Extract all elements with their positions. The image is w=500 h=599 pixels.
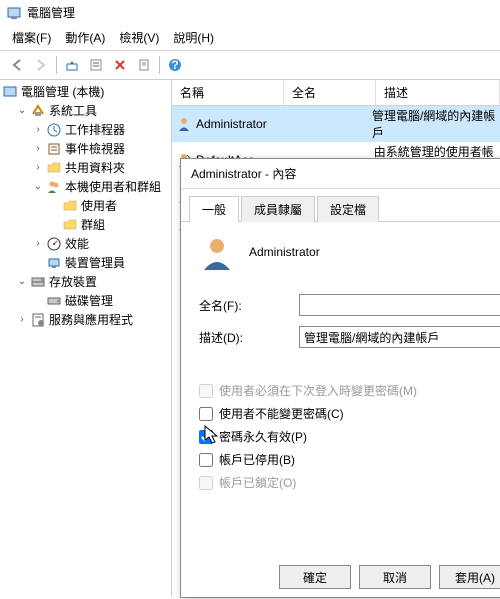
- tree-groups[interactable]: 群組: [0, 215, 171, 234]
- menu-view[interactable]: 檢視(V): [113, 27, 165, 48]
- list-header: 名稱 全名 描述: [172, 80, 500, 106]
- ck-never-expire[interactable]: 密碼永久有效(P): [199, 428, 500, 445]
- desc-input[interactable]: [299, 326, 500, 348]
- up-button[interactable]: [61, 54, 83, 76]
- help-button[interactable]: ?: [164, 54, 186, 76]
- tab-profile[interactable]: 設定檔: [317, 196, 379, 222]
- properties-dialog: Administrator - 內容 一般 成員隸屬 設定檔 Administr…: [180, 158, 500, 598]
- tree-users[interactable]: 使用者: [0, 196, 171, 215]
- col-name[interactable]: 名稱: [172, 80, 284, 105]
- menu-file[interactable]: 檔案(F): [6, 27, 57, 48]
- ck-must-change: 使用者必須在下次登入時變更密碼(M): [199, 382, 500, 399]
- app-icon: [6, 5, 22, 21]
- tree-event[interactable]: ›事件檢視器: [0, 139, 171, 158]
- fullname-input[interactable]: [299, 294, 500, 316]
- col-full[interactable]: 全名: [284, 80, 376, 105]
- user-avatar-icon: [199, 234, 235, 270]
- ck-cannot-change[interactable]: 使用者不能變更密碼(C): [199, 405, 500, 422]
- ck-locked: 帳戶已鎖定(O): [199, 474, 500, 491]
- tree-disk[interactable]: 磁碟管理: [0, 291, 171, 310]
- tree-svcapps[interactable]: ›服務與應用程式: [0, 310, 171, 329]
- forward-button[interactable]: [30, 54, 52, 76]
- menubar: 檔案(F) 動作(A) 檢視(V) 說明(H): [0, 25, 500, 51]
- tree-storage[interactable]: ⌄存放裝置: [0, 272, 171, 291]
- options-button[interactable]: [85, 54, 107, 76]
- delete-button[interactable]: [109, 54, 131, 76]
- fullname-label: 全名(F):: [199, 297, 299, 314]
- tree-shared[interactable]: ›共用資料夾: [0, 158, 171, 177]
- tree-root[interactable]: 電腦管理 (本機): [0, 82, 171, 101]
- dialog-title: Administrator - 內容: [181, 159, 500, 189]
- desc-label: 描述(D):: [199, 329, 299, 346]
- dialog-tabs: 一般 成員隸屬 設定檔: [181, 195, 500, 222]
- window-title: 電腦管理: [27, 4, 75, 21]
- ck-disabled[interactable]: 帳戶已停用(B): [199, 451, 500, 468]
- menu-help[interactable]: 說明(H): [167, 27, 220, 48]
- svg-text:?: ?: [171, 58, 178, 72]
- tree-systools[interactable]: ⌄系統工具: [0, 101, 171, 120]
- toolbar: ?: [0, 51, 500, 80]
- cancel-button[interactable]: 取消: [359, 565, 431, 589]
- user-icon: [176, 116, 192, 132]
- menu-action[interactable]: 動作(A): [59, 27, 111, 48]
- nav-tree[interactable]: 電腦管理 (本機) ⌄系統工具 ›工作排程器 ›事件檢視器 ›共用資料夾 ⌄本機…: [0, 80, 172, 597]
- tab-member[interactable]: 成員隸屬: [241, 196, 315, 222]
- tree-perf[interactable]: ›效能: [0, 234, 171, 253]
- back-button[interactable]: [6, 54, 28, 76]
- list-row-admin[interactable]: Administrator 管理電腦/網域的內建帳戶: [172, 106, 500, 142]
- properties-button[interactable]: [133, 54, 155, 76]
- col-desc[interactable]: 描述: [376, 80, 500, 105]
- apply-button[interactable]: 套用(A): [439, 565, 500, 589]
- dialog-username: Administrator: [249, 245, 320, 259]
- tree-devmgr[interactable]: 裝置管理員: [0, 253, 171, 272]
- ok-button[interactable]: 確定: [279, 565, 351, 589]
- window-titlebar: 電腦管理: [0, 0, 500, 25]
- tree-task[interactable]: ›工作排程器: [0, 120, 171, 139]
- tab-general[interactable]: 一般: [189, 196, 239, 222]
- tree-lug[interactable]: ⌄本機使用者和群組: [0, 177, 171, 196]
